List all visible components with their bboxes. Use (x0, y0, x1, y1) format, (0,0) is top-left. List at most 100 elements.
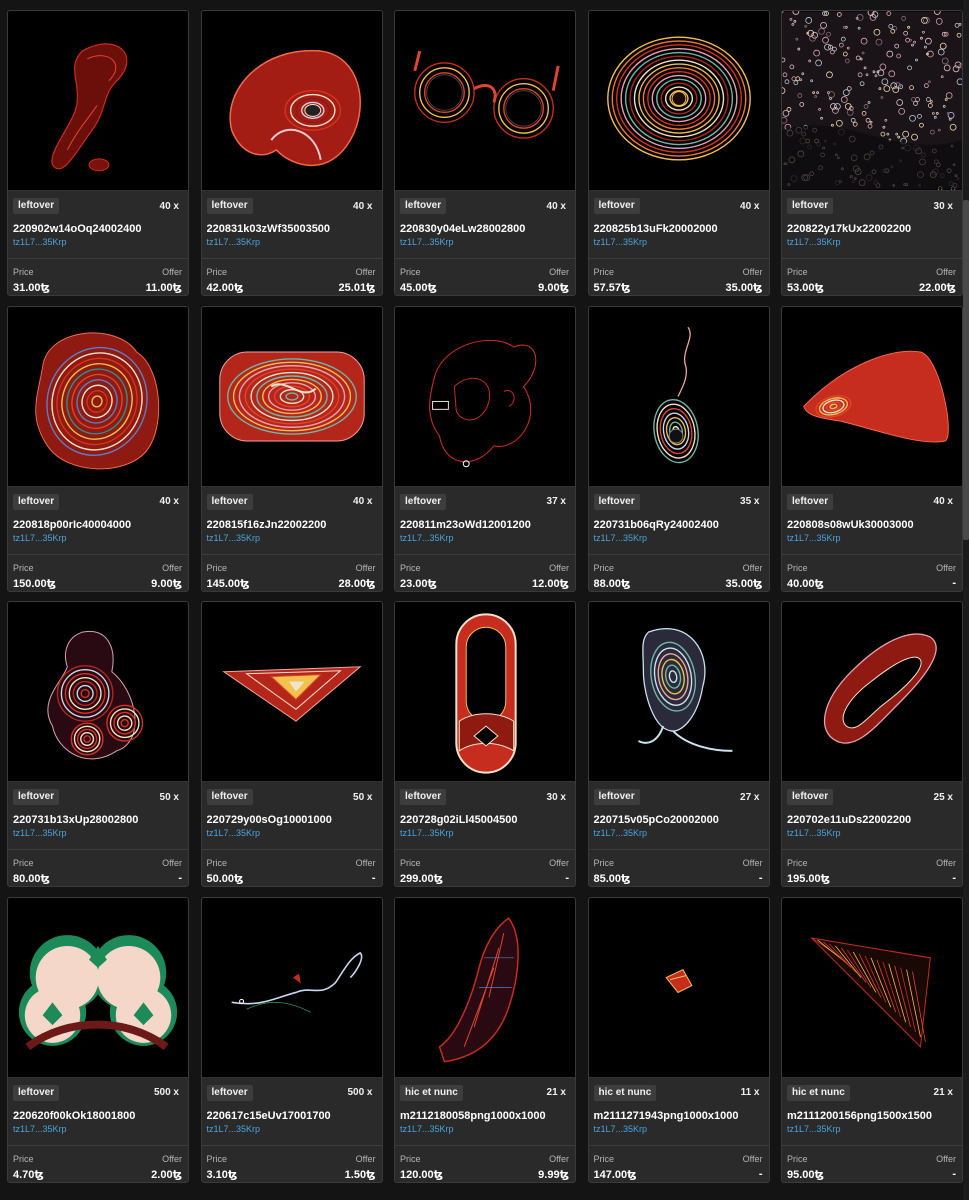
artwork-thumbnail-light-teardrop[interactable] (588, 602, 769, 782)
artwork-thumbnail-circles-cluster[interactable] (8, 602, 188, 782)
artwork-card-2[interactable]: leftover 40 x 220831k03zWf35003500 tz1L7… (200, 10, 383, 296)
artwork-title[interactable]: m2111271943png1000x1000 (594, 1110, 764, 1122)
artwork-thumbnail-red-boot[interactable] (395, 897, 575, 1078)
creator-link[interactable]: tz1L7...35Krp (400, 1124, 570, 1134)
artwork-title[interactable]: 220825b13uFk20002000 (594, 223, 764, 235)
artwork-title[interactable]: 220715v05pCo20002000 (594, 814, 764, 826)
creator-link[interactable]: tz1L7...35Krp (13, 828, 183, 838)
artwork-card-9[interactable]: leftover 35 x 220731b06qRy24002400 tz1L7… (587, 305, 770, 592)
creator-link[interactable]: tz1L7...35Krp (13, 533, 183, 543)
creator-link[interactable]: tz1L7...35Krp (594, 533, 764, 543)
artwork-title[interactable]: 220617c15eUv17001700 (207, 1110, 377, 1122)
creator-link[interactable]: tz1L7...35Krp (594, 1124, 764, 1134)
artwork-thumbnail-concentric-disc[interactable] (588, 11, 769, 191)
artwork-title[interactable]: 220830y04eLw28002800 (400, 223, 570, 235)
offer-value[interactable]: 28.00ꜩ (339, 577, 376, 590)
creator-link[interactable]: tz1L7...35Krp (594, 237, 764, 247)
offer-value[interactable]: - (565, 872, 569, 884)
artwork-title[interactable]: 220620f00kOk18001800 (13, 1110, 183, 1122)
offer-value[interactable]: - (952, 872, 956, 884)
offer-value[interactable]: - (952, 577, 956, 589)
artwork-card-6[interactable]: leftover 40 x 220818p00rIc40004000 tz1L7… (7, 305, 189, 592)
offer-value[interactable]: 9.00ꜩ (538, 281, 569, 294)
artwork-thumbnail-small-patch[interactable] (588, 897, 769, 1078)
artwork-thumbnail-triangle-hatch[interactable] (782, 897, 962, 1078)
creator-link[interactable]: tz1L7...35Krp (13, 1124, 183, 1134)
offer-value[interactable]: 25.01ꜩ (339, 281, 376, 294)
artwork-card-10[interactable]: leftover 40 x 220808s08wUk30003000 tz1L7… (781, 305, 963, 592)
artwork-card-19[interactable]: hic et nunc 11 x m2111271943png1000x1000… (587, 896, 770, 1183)
artwork-card-1[interactable]: leftover 40 x 220902w14oOq24002400 tz1L7… (7, 10, 189, 296)
offer-value[interactable]: 12.00ꜩ (532, 577, 569, 590)
artwork-card-17[interactable]: leftover 500 x 220617c15eUv17001700 tz1L… (200, 896, 383, 1183)
artwork-card-7[interactable]: leftover 40 x 220815f16zJn22002200 tz1L7… (200, 305, 383, 592)
artwork-title[interactable]: 220818p00rIc40004000 (13, 519, 183, 531)
artwork-card-20[interactable]: hic et nunc 21 x m2111200156png1500x1500… (781, 896, 963, 1183)
creator-link[interactable]: tz1L7...35Krp (787, 1124, 957, 1134)
creator-link[interactable]: tz1L7...35Krp (400, 237, 570, 247)
artwork-thumbnail-ear-shape[interactable] (588, 306, 769, 487)
artwork-title[interactable]: 220831k03zWf35003500 (207, 223, 377, 235)
artwork-title[interactable]: 220822y17kUx22002200 (787, 223, 957, 235)
offer-value[interactable]: - (178, 872, 182, 884)
creator-link[interactable]: tz1L7...35Krp (400, 828, 570, 838)
artwork-card-13[interactable]: leftover 30 x 220728g02iLl45004500 tz1L7… (394, 601, 576, 887)
offer-value[interactable]: 9.99ꜩ (538, 1168, 569, 1181)
artwork-title[interactable]: 220731b13xUp28002800 (13, 814, 183, 826)
artwork-thumbnail-multicolor-blob[interactable] (8, 306, 188, 487)
artwork-title[interactable]: 220702e11uDs22002200 (787, 814, 957, 826)
creator-link[interactable]: tz1L7...35Krp (207, 1124, 377, 1134)
artwork-thumbnail-red-triangle[interactable] (782, 306, 962, 487)
creator-link[interactable]: tz1L7...35Krp (207, 237, 377, 247)
artwork-card-12[interactable]: leftover 50 x 220729y00sOg10001000 tz1L7… (200, 601, 383, 887)
scrollbar-thumb[interactable] (963, 200, 969, 540)
artwork-thumbnail-glasses-shape[interactable] (395, 11, 575, 191)
artwork-title[interactable]: 220729y00sOg10001000 (207, 814, 377, 826)
offer-value[interactable]: 2.00ꜩ (151, 1168, 182, 1181)
artwork-thumbnail-red-head-shape[interactable] (201, 11, 382, 191)
artwork-card-18[interactable]: hic et nunc 21 x m2112180058png1000x1000… (394, 896, 576, 1183)
artwork-thumbnail-diagonal-capsule[interactable] (782, 602, 962, 782)
artwork-card-15[interactable]: leftover 25 x 220702e11uDs22002200 tz1L7… (781, 601, 963, 887)
offer-value[interactable]: 1.50ꜩ (345, 1168, 376, 1181)
offer-value[interactable]: 22.00ꜩ (919, 281, 956, 294)
artwork-thumbnail-red-figure[interactable] (8, 11, 188, 191)
offer-value[interactable]: - (759, 872, 763, 884)
artwork-card-3[interactable]: leftover 40 x 220830y04eLw28002800 tz1L7… (394, 10, 576, 296)
creator-link[interactable]: tz1L7...35Krp (594, 828, 764, 838)
artwork-title[interactable]: 220811m23oWd12001200 (400, 519, 570, 531)
creator-link[interactable]: tz1L7...35Krp (13, 237, 183, 247)
scrollbar[interactable] (963, 0, 969, 1200)
offer-value[interactable]: 9.00ꜩ (151, 577, 182, 590)
artwork-card-4[interactable]: leftover 40 x 220825b13uFk20002000 tz1L7… (587, 10, 770, 296)
artwork-card-8[interactable]: leftover 37 x 220811m23oWd12001200 tz1L7… (394, 305, 576, 592)
artwork-thumbnail-tri-lobe[interactable] (8, 897, 188, 1078)
creator-link[interactable]: tz1L7...35Krp (787, 237, 957, 247)
creator-link[interactable]: tz1L7...35Krp (787, 533, 957, 543)
artwork-title[interactable]: 220902w14oOq24002400 (13, 223, 183, 235)
artwork-thumbnail-speckle-field[interactable] (782, 11, 962, 191)
offer-value[interactable]: 35.00ꜩ (726, 281, 763, 294)
offer-value[interactable]: - (372, 872, 376, 884)
artwork-title[interactable]: 220731b06qRy24002400 (594, 519, 764, 531)
artwork-title[interactable]: 220808s08wUk30003000 (787, 519, 957, 531)
offer-value[interactable]: - (952, 1168, 956, 1180)
artwork-title[interactable]: 220728g02iLl45004500 (400, 814, 570, 826)
artwork-card-5[interactable]: leftover 30 x 220822y17kUx22002200 tz1L7… (781, 10, 963, 296)
artwork-thumbnail-wire-line[interactable] (201, 897, 382, 1078)
artwork-thumbnail-red-outline[interactable] (395, 306, 575, 487)
offer-value[interactable]: - (759, 1168, 763, 1180)
artwork-thumbnail-rounded-rect[interactable] (201, 306, 382, 487)
artwork-card-14[interactable]: leftover 27 x 220715v05pCo20002000 tz1L7… (587, 601, 770, 887)
artwork-title[interactable]: m2112180058png1000x1000 (400, 1110, 570, 1122)
artwork-card-16[interactable]: leftover 500 x 220620f00kOk18001800 tz1L… (7, 896, 189, 1183)
artwork-title[interactable]: m2111200156png1500x1500 (787, 1110, 957, 1122)
creator-link[interactable]: tz1L7...35Krp (787, 828, 957, 838)
artwork-thumbnail-flat-triangle[interactable] (201, 602, 382, 782)
artwork-thumbnail-capsule[interactable] (395, 602, 575, 782)
offer-value[interactable]: 35.00ꜩ (726, 577, 763, 590)
creator-link[interactable]: tz1L7...35Krp (207, 828, 377, 838)
creator-link[interactable]: tz1L7...35Krp (400, 533, 570, 543)
artwork-title[interactable]: 220815f16zJn22002200 (207, 519, 377, 531)
offer-value[interactable]: 11.00ꜩ (146, 281, 182, 294)
